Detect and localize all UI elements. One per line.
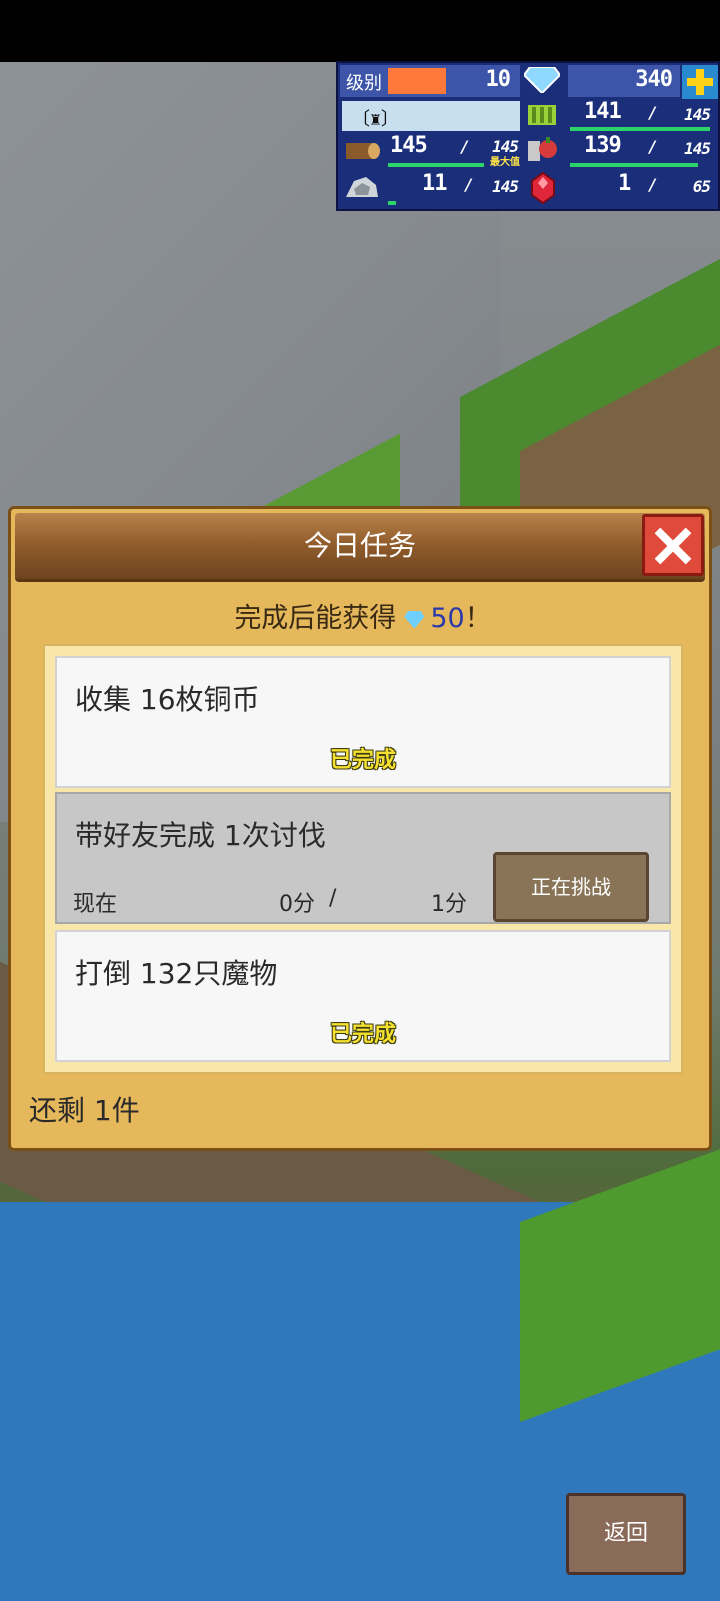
reward-line: 完成后能获得 50！ bbox=[11, 596, 715, 635]
ruby-max: 65 bbox=[692, 177, 711, 196]
wood-fill-bar bbox=[388, 163, 484, 167]
level-xp-bar bbox=[388, 68, 446, 94]
progress-separator: / bbox=[329, 886, 337, 911]
gem-icon bbox=[522, 66, 564, 95]
gem-icon bbox=[404, 610, 425, 629]
ore-separator: / bbox=[464, 175, 474, 194]
ruby-separator: / bbox=[648, 175, 658, 194]
dialog-title: 今日任务 bbox=[303, 529, 416, 562]
food-resource-panel: 139 / 145 bbox=[568, 133, 716, 169]
ore-current: 11 bbox=[422, 171, 447, 196]
wood-resource-panel: 145 / 145 最大值 bbox=[388, 133, 522, 169]
food-current: 139 bbox=[584, 133, 622, 158]
wood-current: 145 bbox=[390, 133, 428, 158]
quest-title: 收集 16枚铜币 bbox=[75, 683, 260, 716]
status-bar bbox=[0, 0, 720, 62]
food-fill-bar bbox=[570, 163, 698, 167]
ore-max: 145 bbox=[492, 177, 519, 196]
reward-prefix: 完成后能获得 bbox=[234, 603, 397, 634]
dialog-header: 今日任务 bbox=[15, 513, 705, 582]
rank-label: 〔♜〕 bbox=[352, 109, 399, 130]
food-max: 145 bbox=[684, 139, 711, 158]
progress-current: 0分 bbox=[279, 892, 315, 917]
rank-panel: 〔♜〕 bbox=[342, 101, 520, 131]
daily-quest-dialog: 今日任务 完成后能获得 50！ 收集 16枚铜币 已完成 带好友完成 1次讨伐 现… bbox=[8, 506, 712, 1151]
grass-fill-bar bbox=[570, 127, 710, 131]
level-value: 10 bbox=[485, 67, 511, 92]
food-separator: / bbox=[648, 137, 658, 156]
plus-icon bbox=[687, 69, 713, 95]
wood-separator: / bbox=[460, 137, 470, 156]
gem-panel: 340 bbox=[568, 65, 680, 97]
quest-title: 带好友完成 1次讨伐 bbox=[75, 819, 326, 852]
quest-list: 收集 16枚铜币 已完成 带好友完成 1次讨伐 现在 0分 / 1分 正在挑战 … bbox=[43, 644, 683, 1074]
grass-max: 145 bbox=[684, 105, 711, 124]
back-button[interactable]: 返回 bbox=[566, 1493, 686, 1575]
quest-title: 打倒 132只魔物 bbox=[75, 957, 278, 990]
quest-item-active: 带好友完成 1次讨伐 现在 0分 / 1分 正在挑战 bbox=[55, 792, 671, 924]
resource-hud: 级别 10 340 〔♜〕 141 / 145 145 / 145 最大值 13… bbox=[336, 61, 720, 211]
quest-item-completed: 收集 16枚铜币 已完成 bbox=[55, 656, 671, 788]
wood-max-note: 最大值 bbox=[490, 157, 520, 168]
ruby-current: 1 bbox=[618, 171, 631, 196]
reward-suffix: ！ bbox=[464, 603, 492, 634]
progress-now-label: 现在 bbox=[73, 892, 118, 917]
level-label: 级别 bbox=[346, 73, 382, 94]
food-icon bbox=[524, 135, 564, 167]
grass-current: 141 bbox=[584, 99, 622, 124]
close-button[interactable] bbox=[642, 514, 704, 576]
remaining-count: 还剩 1件 bbox=[29, 1094, 140, 1127]
grass-resource-icon bbox=[524, 101, 564, 131]
gem-count: 340 bbox=[635, 67, 673, 92]
add-gems-button[interactable] bbox=[682, 65, 718, 99]
progress-goal: 1分 bbox=[431, 892, 467, 917]
wood-icon bbox=[342, 135, 386, 167]
ore-fill-bar bbox=[388, 201, 396, 205]
quest-status: 已完成 bbox=[329, 748, 396, 773]
reward-amount: 50 bbox=[430, 603, 465, 634]
challenge-button[interactable]: 正在挑战 bbox=[493, 852, 649, 922]
grass-separator: / bbox=[648, 103, 658, 122]
level-panel: 级别 10 bbox=[340, 65, 520, 97]
quest-status: 已完成 bbox=[329, 1022, 396, 1047]
ore-resource-panel: 11 / 145 bbox=[388, 169, 522, 207]
ore-icon bbox=[342, 171, 386, 205]
ruby-icon bbox=[528, 171, 562, 205]
ruby-resource-panel: 1 / 65 bbox=[568, 169, 716, 207]
quest-item-completed: 打倒 132只魔物 已完成 bbox=[55, 930, 671, 1062]
grass-resource-panel: 141 / 145 bbox=[568, 99, 716, 133]
